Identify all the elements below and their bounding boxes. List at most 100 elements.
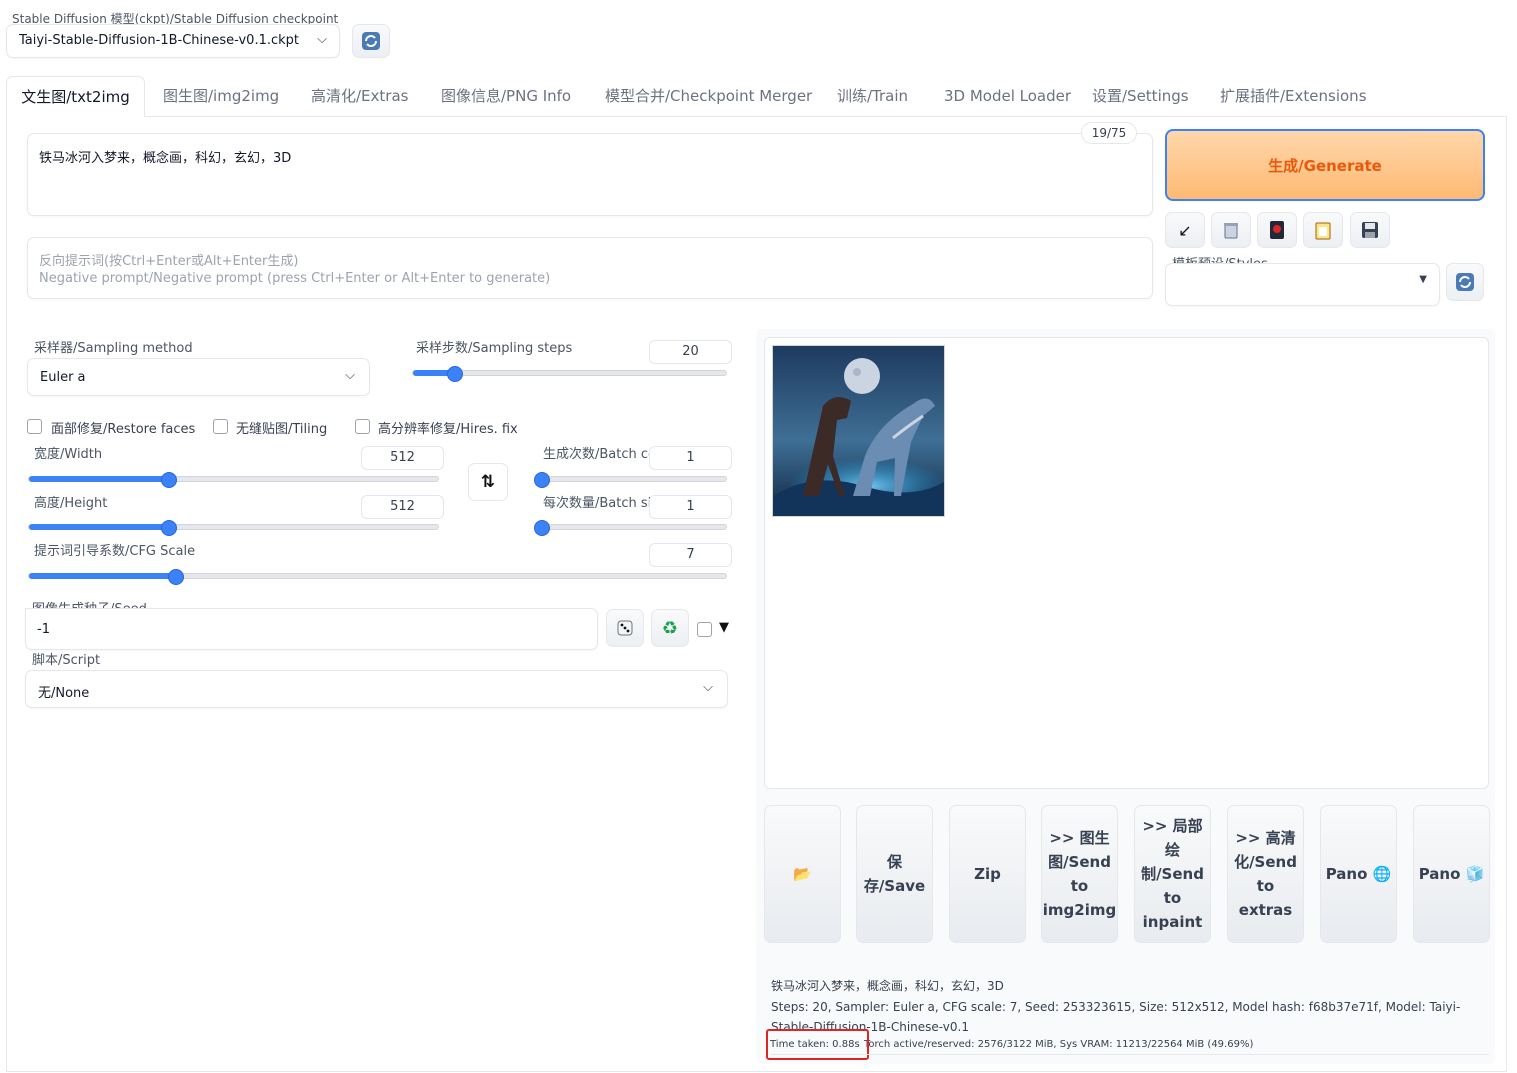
tab-img2img[interactable]: 图生图/img2img [163,76,279,116]
cfg-number[interactable]: 7 [649,543,732,567]
negative-prompt-placeholder-2: Negative prompt/Negative prompt (press C… [39,271,551,286]
refresh-icon [1456,273,1474,291]
save-button[interactable]: 保存/Save [856,805,933,943]
chevron-down-icon: ⌵ [703,680,713,695]
apply-style-button[interactable] [1303,212,1343,248]
time-taken-highlight-box [766,1029,869,1060]
cfg-slider-fill [29,573,176,579]
script-label: 脚本/Script [32,653,101,668]
send-to-inpaint-button[interactable]: >> 局部绘制/Send to inpaint [1134,805,1211,943]
swap-icon: ⇅ [480,472,496,492]
hires-fix-checkbox[interactable] [355,419,370,434]
tab-checkpoint-merger[interactable]: 模型合并/Checkpoint Merger [605,76,812,116]
send-to-extras-button[interactable]: >> 高清化/Send to extras [1227,805,1304,943]
batch-size-number[interactable]: 1 [649,495,732,519]
sampler-value: Euler a [40,370,86,385]
reuse-seed-button[interactable]: ♻ [651,609,689,647]
tab-label: 文生图/txt2img [21,88,130,106]
extra-seed-checkbox[interactable] [697,622,712,637]
clipboard-icon [1315,222,1331,240]
checkpoint-dropdown[interactable]: Taiyi-Stable-Diffusion-1B-Chinese-v0.1.c… [6,24,340,58]
generated-image-thumbnail[interactable] [772,345,945,517]
random-seed-button[interactable] [606,609,644,647]
extra-networks-button[interactable] [1257,212,1297,248]
save-style-button[interactable] [1350,212,1390,248]
tiling-checkbox[interactable] [213,419,228,434]
steps-slider[interactable] [412,366,727,382]
caret-down-icon: ▼ [1419,274,1427,285]
refresh-checkpoint-button[interactable] [352,24,390,58]
checkpoint-value: Taiyi-Stable-Diffusion-1B-Chinese-v0.1.c… [19,33,303,48]
swap-dimensions-button[interactable]: ⇅ [468,463,508,501]
tiling-label: 无缝贴图/Tiling [236,422,328,437]
chevron-down-icon: ⌵ [317,32,327,47]
height-slider-thumb[interactable] [161,520,178,536]
batch-count-slider[interactable] [534,472,727,488]
recycle-icon: ♻ [661,617,679,639]
batch-size-slider-thumb[interactable] [534,520,550,536]
negative-prompt-placeholder-1: 反向提示词(按Ctrl+Enter或Alt+Enter生成) [39,254,299,269]
sampler-dropdown[interactable]: Euler a ⌵ [27,358,370,396]
read-params-button[interactable]: ↙ [1165,212,1205,248]
red-card-icon [1270,221,1284,239]
tab-settings[interactable]: 设置/Settings [1092,76,1189,116]
styles-dropdown[interactable]: ▼ [1165,263,1440,306]
open-folder-button[interactable]: 📂 [764,805,841,943]
tab-3d-model-loader[interactable]: 3D Model Loader [944,76,1071,116]
steps-label: 采样步数/Sampling steps [416,341,573,356]
height-number[interactable]: 512 [361,495,444,519]
batch-count-label: 生成次数/Batch cc [543,447,650,462]
negative-prompt-input[interactable]: 反向提示词(按Ctrl+Enter或Alt+Enter生成) Negative … [27,237,1153,299]
width-label: 宽度/Width [34,447,103,462]
generate-button[interactable]: 生成/Generate [1165,129,1485,201]
generated-image [773,346,944,516]
tab-extensions[interactable]: 扩展插件/Extensions [1220,76,1367,116]
chevron-down-icon: ⌵ [345,368,355,383]
restore-faces-label: 面部修复/Restore faces [51,422,196,437]
floppy-icon [1362,222,1378,238]
seed-value: -1 [37,622,50,637]
batch-count-slider-thumb[interactable] [534,472,550,488]
cfg-slider[interactable] [28,569,727,585]
prompt-input[interactable]: 铁马冰河入梦来，概念画，科幻，玄幻，3D [27,133,1153,216]
sampler-label: 采样器/Sampling method [34,341,193,356]
hires-fix-label: 高分辨率修复/Hires. fix [378,422,518,437]
steps-number[interactable]: 20 [649,340,732,364]
width-slider[interactable] [28,472,439,488]
prompt-text: 铁马冰河入梦来，概念画，科幻，玄幻，3D [39,151,292,166]
info-params: Steps: 20, Sampler: Euler a, CFG scale: … [771,1000,1461,1034]
clear-prompt-button[interactable] [1211,212,1251,248]
width-number[interactable]: 512 [361,446,444,470]
height-slider-fill [29,524,169,530]
arrow-down-left-icon: ↙ [1178,220,1192,240]
script-value: 无/None [38,686,90,701]
tab-png-info[interactable]: 图像信息/PNG Info [441,76,571,116]
script-dropdown[interactable]: 无/None ⌵ [25,670,728,708]
send-to-img2img-button[interactable]: >> 图生图/Send to img2img [1041,805,1118,943]
refresh-styles-button[interactable] [1446,263,1484,301]
batch-size-label: 每次数量/Batch si: [543,496,650,511]
dice-icon [617,620,633,636]
cfg-label: 提示词引导系数/CFG Scale [34,544,196,559]
seed-input[interactable]: -1 [25,608,598,650]
extra-seed-toggle-icon[interactable]: ▼ [719,620,729,635]
tab-txt2img[interactable]: 文生图/txt2img [6,76,145,117]
steps-slider-thumb[interactable] [446,366,463,382]
width-slider-fill [29,476,169,482]
info-vram: Torch active/reserved: 2576/3122 MiB, Sy… [864,1039,1254,1050]
batch-size-slider[interactable] [534,520,727,536]
token-counter: 19/75 [1081,122,1137,144]
tab-extras[interactable]: 高清化/Extras [311,76,408,116]
tab-train[interactable]: 训练/Train [837,76,908,116]
pano-cube-button[interactable]: Pano 🧊 [1413,805,1490,943]
batch-count-number[interactable]: 1 [649,446,732,470]
zip-button[interactable]: Zip [949,805,1026,943]
width-slider-thumb[interactable] [161,472,178,488]
folder-icon: 📂 [793,865,812,883]
trash-icon [1224,223,1238,239]
pano-globe-button[interactable]: Pano 🌐 [1320,805,1397,943]
height-slider[interactable] [28,520,439,536]
restore-faces-checkbox[interactable] [27,419,42,434]
refresh-icon [362,32,380,50]
height-label: 高度/Height [34,496,108,511]
